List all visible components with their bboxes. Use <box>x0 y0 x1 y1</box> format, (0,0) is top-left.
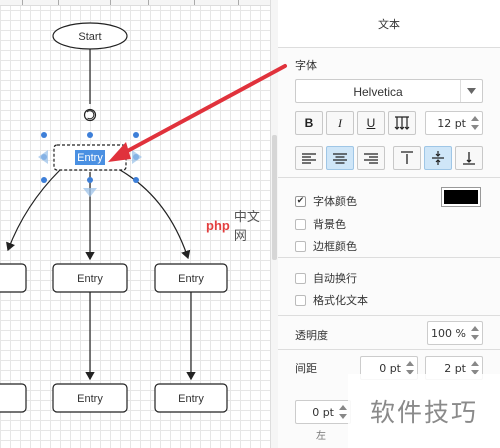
node-start-label: Start <box>78 31 101 43</box>
align-center-button[interactable] <box>326 146 354 170</box>
node-start[interactable]: Start <box>52 22 128 50</box>
spacing-left-value: 0 pt <box>312 406 334 419</box>
checkbox-box <box>295 294 306 306</box>
word-wrap-label: 自动换行 <box>313 272 357 285</box>
underline-button[interactable]: U <box>357 111 385 135</box>
align-bottom-button[interactable] <box>455 146 483 170</box>
background-color-label: 背景色 <box>313 218 346 231</box>
node-entry-mid-1[interactable]: Entry <box>52 263 128 293</box>
check-icon: ✔ <box>295 195 306 207</box>
node-entry-selected[interactable]: Entry <box>53 144 127 171</box>
spacing-left-input[interactable]: 0 pt <box>295 400 351 424</box>
node-entry-mid-1-label: Entry <box>77 273 103 285</box>
align-left-icon <box>302 152 316 164</box>
font-color-swatch[interactable] <box>441 187 481 207</box>
php-watermark-logo: php <box>206 217 230 233</box>
font-family-value: Helvetica <box>353 85 403 99</box>
node-entry-right-2[interactable]: Entry <box>154 383 228 413</box>
spacing-label: 间距 <box>295 362 317 375</box>
diagram-canvas[interactable]: Start Entry Entry Entry Entry Entry php … <box>0 0 270 448</box>
panel-title: 文本 <box>378 17 400 31</box>
node-entry-mid-2[interactable]: Entry <box>52 383 128 413</box>
italic-button[interactable]: I <box>326 111 354 135</box>
border-color-label: 边框颜色 <box>313 240 357 253</box>
align-bottom-icon <box>463 152 475 165</box>
node-entry-right-2-label: Entry <box>178 393 204 405</box>
checkbox-box <box>295 240 306 252</box>
font-size-input[interactable]: 12 pt <box>425 111 483 135</box>
background-color-checkbox[interactable]: 背景色 <box>295 216 346 232</box>
align-top-button[interactable] <box>393 146 421 170</box>
php-watermark: php 中文网 <box>206 206 270 244</box>
align-middle-icon <box>432 151 444 165</box>
soft-watermark: 软件技巧 <box>348 374 500 448</box>
font-size-stepper-icon[interactable] <box>470 115 480 131</box>
border-color-checkbox[interactable]: 边框颜色 <box>295 238 357 254</box>
align-center-icon <box>333 152 347 164</box>
word-wrap-checkbox[interactable]: 自动换行 <box>295 270 357 286</box>
connector-entry-right[interactable] <box>119 169 191 260</box>
checkbox-box <box>295 218 306 230</box>
bold-button[interactable]: B <box>295 111 323 135</box>
node-entry-selected-label: Entry <box>77 152 103 164</box>
vertical-text-button[interactable] <box>388 111 416 135</box>
spacing-left-caption: 左 <box>316 431 326 442</box>
align-right-button[interactable] <box>357 146 385 170</box>
panel-splitter[interactable] <box>270 0 278 448</box>
font-family-select[interactable]: Helvetica <box>295 79 483 103</box>
node-entry-mid-2-label: Entry <box>77 393 103 405</box>
panel-tab-text[interactable]: 文本 <box>278 0 500 48</box>
font-color-fill <box>444 190 478 204</box>
node-entry-left-1[interactable] <box>0 263 27 293</box>
formatted-text-checkbox[interactable]: 格式化文本 <box>295 292 368 308</box>
vertical-text-icon <box>394 116 410 130</box>
php-watermark-site: 中文网 <box>233 210 260 244</box>
align-right-icon <box>364 152 378 164</box>
opacity-input[interactable]: 100 % <box>427 321 483 345</box>
font-section-label: 字体 <box>295 59 317 72</box>
opacity-label: 透明度 <box>295 329 328 342</box>
font-color-checkbox[interactable]: ✔ 字体颜色 <box>295 193 357 209</box>
align-middle-button[interactable] <box>424 146 452 170</box>
font-size-value: 12 pt <box>437 117 466 130</box>
chevron-down-icon[interactable] <box>460 80 482 102</box>
spacing-left-stepper-icon[interactable] <box>338 404 348 420</box>
checkbox-box <box>295 272 306 284</box>
align-left-button[interactable] <box>295 146 323 170</box>
rotate-handle-icon[interactable] <box>83 108 97 122</box>
align-top-icon <box>401 151 413 164</box>
opacity-value: 100 % <box>431 327 466 340</box>
font-color-label: 字体颜色 <box>313 195 357 208</box>
node-entry-left-2[interactable] <box>0 383 27 413</box>
splitter-grip[interactable] <box>272 135 277 260</box>
opacity-stepper-icon[interactable] <box>470 325 480 341</box>
connector-entry-left[interactable] <box>6 169 61 252</box>
node-entry-right-1-label: Entry <box>178 273 204 285</box>
formatted-text-label: 格式化文本 <box>313 294 368 307</box>
node-entry-right-1[interactable]: Entry <box>154 263 228 293</box>
